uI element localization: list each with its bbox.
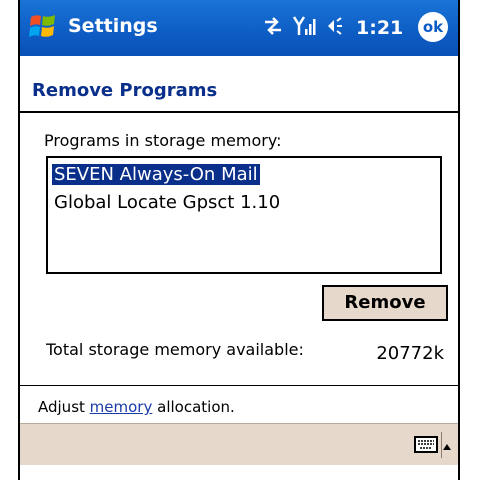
total-storage-label: Total storage memory available: [46, 340, 304, 359]
status-icons: 1:21 [262, 14, 403, 42]
remove-button[interactable]: Remove [322, 285, 448, 321]
list-item[interactable]: SEVEN Always-On Mail [52, 164, 260, 185]
programs-listbox[interactable]: SEVEN Always-On Mail Global Locate Gpsct… [46, 156, 442, 274]
title-bar: Settings 1:21 ok [20, 0, 458, 56]
adjust-prefix: Adjust [38, 398, 90, 416]
menu-bar [20, 423, 458, 465]
clock[interactable]: 1:21 [356, 17, 403, 39]
sip-up-arrow-icon[interactable] [442, 438, 452, 450]
app-title: Settings [68, 15, 158, 37]
list-item[interactable]: Global Locate Gpsct 1.10 [52, 192, 282, 213]
memory-link[interactable]: memory [90, 398, 153, 416]
ok-icon[interactable]: ok [418, 12, 448, 42]
page-title: Remove Programs [32, 80, 218, 101]
total-storage-value: 20772k [376, 343, 444, 364]
adjust-suffix: allocation. [152, 398, 235, 416]
device-screen: Settings 1:21 ok Remove Programs Program… [18, 0, 460, 480]
footer-divider [20, 385, 458, 386]
windows-start-icon[interactable] [28, 12, 58, 42]
speaker-icon[interactable] [324, 15, 346, 41]
adjust-memory-text: Adjust memory allocation. [38, 398, 235, 416]
programs-label: Programs in storage memory: [44, 131, 282, 150]
header-divider [20, 111, 458, 113]
keyboard-icon[interactable] [414, 436, 438, 453]
sync-arrows-icon[interactable] [262, 16, 284, 40]
signal-antenna-icon[interactable] [292, 14, 316, 42]
